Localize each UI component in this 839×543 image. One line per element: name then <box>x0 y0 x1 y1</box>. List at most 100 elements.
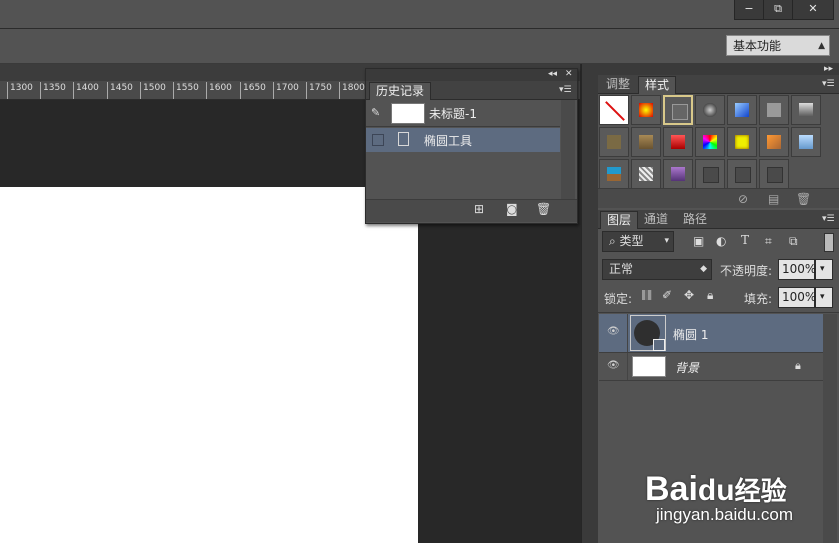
watermark-url: jingyan.baidu.com <box>656 505 794 524</box>
watermark-brand: Bai <box>645 470 698 508</box>
style-swatch[interactable] <box>663 159 693 189</box>
style-swatch[interactable] <box>791 127 821 157</box>
fill-dropdown[interactable]: ▾ <box>815 287 833 308</box>
opacity-dropdown[interactable]: ▾ <box>815 259 833 280</box>
style-swatch[interactable] <box>631 95 661 125</box>
style-swatch[interactable] <box>695 127 725 157</box>
layer-name[interactable]: 背景 <box>675 359 699 376</box>
new-document-from-state-icon[interactable]: ⊞ <box>474 202 484 216</box>
style-swatch[interactable] <box>727 95 757 125</box>
lock-position-icon[interactable]: ✥ <box>684 288 694 302</box>
opacity-label: 不透明度: <box>720 264 773 278</box>
ruler-tick: 1300 <box>7 82 33 99</box>
style-swatch[interactable] <box>759 95 789 125</box>
eye-icon[interactable]: 👁︎ <box>607 326 620 337</box>
workspace-select[interactable]: 基本功能 ▲ <box>726 35 830 56</box>
style-swatch-none[interactable] <box>599 95 629 125</box>
eye-icon[interactable]: 👁︎ <box>607 360 620 371</box>
history-state[interactable]: 椭圆工具 <box>366 128 560 152</box>
fill-input[interactable]: 100% <box>778 287 816 308</box>
restore-button[interactable]: ⧉ <box>763 0 793 20</box>
clear-style-icon[interactable]: ⊘ <box>738 192 748 206</box>
styles-tab-row: 调整 样式 ▾☰ <box>598 75 839 94</box>
ruler-tick: 1650 <box>240 82 266 99</box>
collapse-icon[interactable]: ◂◂ <box>548 69 557 79</box>
styles-grid <box>598 94 839 189</box>
style-swatch[interactable] <box>695 95 725 125</box>
tab-layers[interactable]: 图层 <box>600 211 639 229</box>
filter-shape-icon[interactable]: ⌗ <box>765 234 772 249</box>
style-swatch[interactable] <box>599 159 629 189</box>
panel-menu-icon[interactable]: ▾☰ <box>559 85 572 95</box>
tab-paths[interactable]: 路径 <box>677 211 713 228</box>
history-scrollbar[interactable] <box>561 100 575 210</box>
ruler-tick: 1600 <box>206 82 232 99</box>
style-swatch[interactable] <box>727 159 757 189</box>
paw-icon: du <box>697 474 735 507</box>
close-icon[interactable]: ✕ <box>565 69 573 79</box>
history-state-checkbox[interactable] <box>372 134 384 146</box>
panel-dock-strip <box>581 64 599 543</box>
style-swatch[interactable] <box>727 127 757 157</box>
layer-row-background[interactable]: 👁︎ 背景 🔒︎ <box>599 353 823 381</box>
layers-tab-row: 图层 通道 路径 ▾☰ <box>598 210 839 229</box>
layers-scrollbar[interactable] <box>823 314 837 543</box>
filter-kind-label: 类型 <box>619 234 644 248</box>
baidu-logo: Baidu经验 <box>645 470 787 509</box>
updown-arrow-icon: ◆ <box>700 264 707 274</box>
layer-filter-select[interactable]: ⌕ 类型 ▾ <box>602 231 674 252</box>
tab-adjustments[interactable]: 调整 <box>600 76 636 93</box>
filter-pixel-icon[interactable]: ▣ <box>693 234 704 248</box>
opacity-input[interactable]: 100% <box>778 259 816 280</box>
ruler-tick: 1400 <box>73 82 99 99</box>
close-button[interactable]: ✕ <box>792 0 834 20</box>
ruler-tick: 1550 <box>173 82 199 99</box>
history-snapshot[interactable]: ✎ 未标题-1 <box>366 100 560 127</box>
lock-icon: 🔒︎ <box>795 359 801 372</box>
style-swatch[interactable] <box>663 127 693 157</box>
lock-pixels-icon[interactable]: ✐ <box>662 288 672 302</box>
history-tab-row: 历史记录 ▾☰ <box>366 81 577 100</box>
layer-name[interactable]: 椭圆 1 <box>673 326 708 343</box>
title-bar <box>0 0 839 29</box>
lock-all-icon[interactable]: 🔒︎ <box>707 288 713 303</box>
filter-type-icon[interactable]: T <box>741 233 749 247</box>
document-canvas[interactable] <box>0 187 418 543</box>
filter-smart-object-icon[interactable]: ⧉ <box>789 234 798 249</box>
snapshot-thumbnail <box>391 103 425 124</box>
style-swatch[interactable] <box>695 159 725 189</box>
blend-mode-select[interactable]: 正常 ◆ <box>602 259 712 280</box>
tab-styles[interactable]: 样式 <box>638 76 677 94</box>
history-state-label: 椭圆工具 <box>424 134 473 148</box>
layer-row-ellipse[interactable]: 👁︎ 椭圆 1 <box>599 314 823 353</box>
tab-channels[interactable]: 通道 <box>638 211 674 228</box>
panel-menu-icon[interactable]: ▾☰ <box>822 79 835 89</box>
new-style-icon[interactable]: ▤ <box>768 192 779 206</box>
trash-icon[interactable]: 🗑 <box>536 202 551 216</box>
history-brush-icon[interactable]: ✎ <box>371 106 380 119</box>
tab-history[interactable]: 历史记录 <box>369 82 432 100</box>
chevron-down-icon: ▾ <box>664 236 669 246</box>
panel-menu-icon[interactable]: ▾☰ <box>822 214 835 224</box>
style-swatch[interactable] <box>759 159 789 189</box>
workspace-label: 基本功能 <box>733 39 782 53</box>
style-swatch[interactable] <box>631 127 661 157</box>
minimize-button[interactable]: − <box>734 0 764 20</box>
style-swatch[interactable] <box>759 127 789 157</box>
layer-thumbnail <box>632 356 666 377</box>
lock-transparency-icon[interactable] <box>642 290 652 300</box>
expand-icon[interactable]: ▸▸ <box>824 64 833 74</box>
filter-toggle[interactable] <box>824 233 834 252</box>
style-swatch[interactable] <box>599 127 629 157</box>
panel-collapse-strip: ▸▸ <box>598 64 839 75</box>
lock-label: 锁定: <box>604 292 633 306</box>
style-swatch[interactable] <box>663 95 693 125</box>
camera-icon[interactable]: ◙ <box>506 202 518 216</box>
trash-icon[interactable]: 🗑 <box>796 192 811 206</box>
history-panel: ◂◂ ✕ 历史记录 ▾☰ ✎ 未标题-1 椭圆工具 ⊞ ◙ 🗑 <box>365 68 578 224</box>
ruler-tick: 1450 <box>107 82 133 99</box>
style-swatch[interactable] <box>631 159 661 189</box>
style-swatch[interactable] <box>791 95 821 125</box>
filter-adjustment-icon[interactable]: ◐ <box>716 234 726 248</box>
vector-mask-icon <box>653 339 665 351</box>
